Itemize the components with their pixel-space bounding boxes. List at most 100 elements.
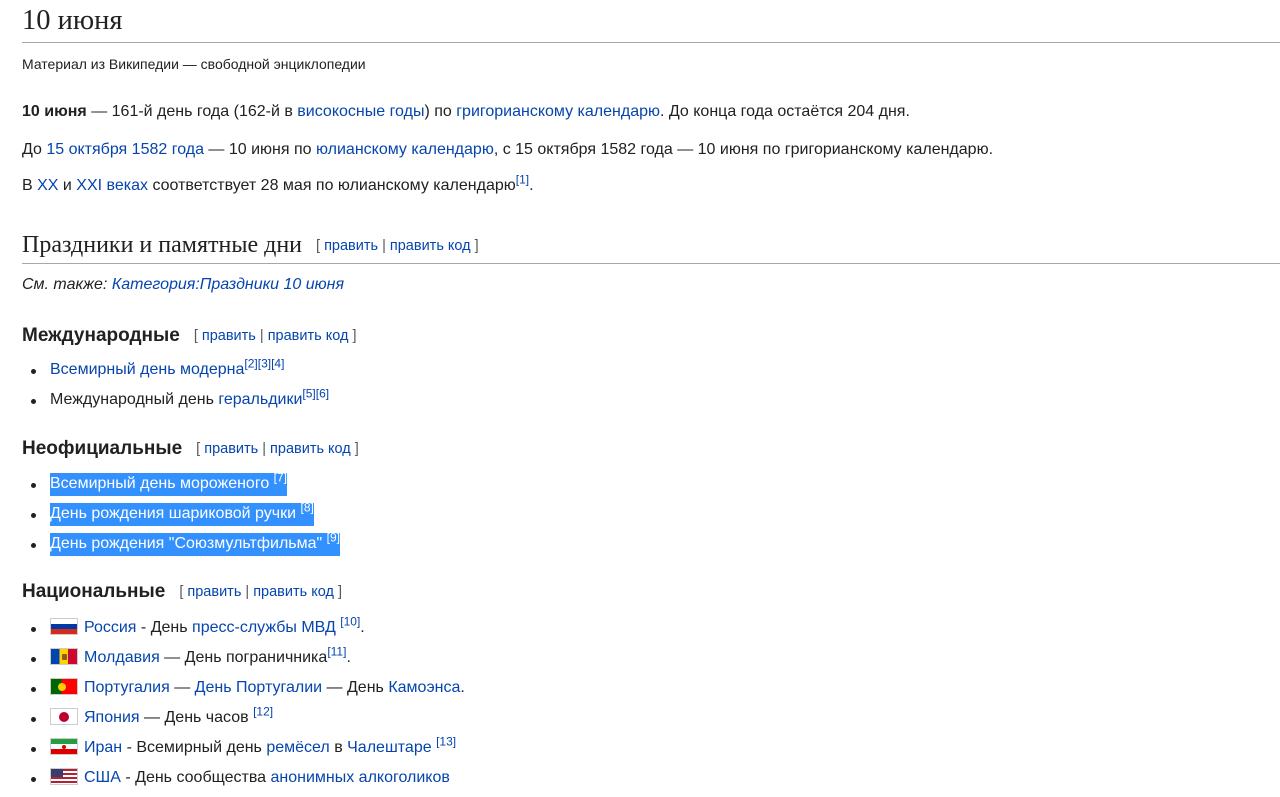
- date-1582-link[interactable]: 15 октября 1582 года: [46, 141, 204, 158]
- julian-calendar-link[interactable]: юлианскому календарю: [316, 141, 494, 158]
- bracket: ]: [333, 584, 342, 600]
- usa-flag-icon: [50, 768, 78, 785]
- reference-link[interactable]: [10]: [340, 615, 360, 629]
- intro-text: .: [529, 177, 534, 194]
- list-item: Международный день геральдики[5][6]: [22, 387, 329, 419]
- edit-link[interactable]: править: [187, 584, 241, 600]
- russia-link[interactable]: Россия: [84, 619, 136, 636]
- edit-link[interactable]: править: [202, 328, 256, 344]
- ballpoint-pen-link[interactable]: День рождения шариковой ручки: [50, 505, 296, 522]
- russia-flag-icon: [50, 618, 78, 635]
- reference-link[interactable]: [2][3][4]: [244, 357, 284, 371]
- iran-link[interactable]: Иран: [84, 739, 122, 756]
- list-item: Молдавия — День пограничника[11].: [22, 645, 465, 677]
- intro-paragraph-2: До 15 октября 1582 года — 10 июня по юли…: [22, 139, 993, 161]
- category-link[interactable]: Категория:Праздники 10 июня: [112, 276, 344, 293]
- item-text: —: [169, 679, 195, 696]
- unofficial-list: Всемирный день мороженого [7] День рожде…: [22, 471, 340, 563]
- see-also-label: См. также:: [22, 276, 112, 293]
- portugal-day-link[interactable]: День Португалии: [195, 679, 322, 696]
- subsection-title: Международные: [22, 325, 180, 346]
- subsection-title: Неофициальные: [22, 438, 183, 459]
- selection-highlight: День рождения "Союзмультфильма" [9]: [50, 531, 340, 556]
- item-text: — День пограничника: [159, 649, 328, 666]
- alcoholics-anonymous-link[interactable]: анонимных алкоголиков: [270, 769, 449, 786]
- japan-flag-icon: [50, 708, 78, 725]
- national-list: Россия - День пресс-службы МВД [10]. Мол…: [22, 615, 465, 797]
- item-text: - Всемирный день: [122, 739, 267, 756]
- separator: |: [378, 238, 390, 254]
- reference-link[interactable]: [11]: [327, 645, 346, 659]
- modern-day-link[interactable]: Всемирный день модерна: [50, 361, 244, 378]
- item-text: — День: [322, 679, 389, 696]
- reference-link[interactable]: [5][6]: [302, 387, 329, 401]
- subsection-national: Национальные [ править | править код ]: [22, 579, 342, 605]
- reference-link[interactable]: [12]: [253, 705, 273, 719]
- edit-link[interactable]: править: [324, 238, 378, 254]
- item-text: .: [460, 679, 465, 696]
- edit-section-links: [ править | править код ]: [194, 328, 357, 344]
- reference-link[interactable]: [8]: [300, 501, 313, 515]
- soyuzmultfilm-link[interactable]: День рождения "Союзмультфильма": [50, 535, 322, 552]
- reference-link[interactable]: [7]: [274, 471, 287, 485]
- intro-text: — 161-й день года (162-й в: [86, 103, 298, 120]
- list-item: Япония — День часов [12]: [22, 705, 465, 737]
- selection-highlight: Всемирный день мороженого [7]: [50, 471, 288, 496]
- intro-text: . До конца года остаётся 204 дня.: [660, 103, 910, 120]
- heraldry-link[interactable]: геральдики: [218, 391, 302, 408]
- usa-link[interactable]: США: [84, 769, 121, 786]
- edit-code-link[interactable]: править код: [390, 238, 471, 254]
- leap-years-link[interactable]: високосные годы: [297, 103, 424, 120]
- list-item: Всемирный день модерна[2][3][4]: [22, 357, 329, 389]
- bracket: [: [193, 328, 202, 344]
- list-item: США - День сообщества анонимных алкоголи…: [22, 767, 465, 797]
- portugal-link[interactable]: Португалия: [84, 679, 170, 696]
- list-item: Россия - День пресс-службы МВД [10].: [22, 615, 465, 647]
- item-text: — День часов: [139, 709, 254, 726]
- item-text: Международный день: [50, 391, 219, 408]
- crafts-link[interactable]: ремёсел: [266, 739, 329, 756]
- edit-code-link[interactable]: править код: [253, 584, 334, 600]
- section-title: Праздники и памятные дни: [22, 232, 303, 258]
- selection-highlight: День рождения шариковой ручки [8]: [50, 501, 314, 526]
- gregorian-calendar-link[interactable]: григорианскому календарю: [456, 103, 660, 120]
- reference-link[interactable]: [1]: [516, 173, 529, 187]
- separator: |: [258, 441, 271, 457]
- moldova-flag-icon: [50, 648, 78, 665]
- edit-link[interactable]: править: [204, 441, 258, 457]
- reference-link[interactable]: [13]: [436, 735, 456, 749]
- chaleshtar-link[interactable]: Чалештаре: [347, 739, 431, 756]
- intro-text: В: [22, 177, 38, 194]
- edit-section-links: [ править | править код ]: [196, 441, 359, 457]
- intro-text: и: [58, 177, 77, 194]
- intro-text: соответствует 28 мая по юлианскому кален…: [148, 177, 516, 194]
- intro-text: — 10 июня по: [203, 141, 316, 158]
- portugal-flag-icon: [50, 678, 78, 695]
- xx-century-link[interactable]: XX: [37, 177, 58, 194]
- mvd-press-link[interactable]: пресс-службы МВД: [192, 619, 336, 636]
- item-text: в: [329, 739, 348, 756]
- site-subtitle: Материал из Википедии — свободной энцикл…: [22, 56, 366, 72]
- list-item: Всемирный день мороженого [7]: [22, 471, 340, 503]
- separator: |: [255, 328, 268, 344]
- intro-text: , с 15 октября 1582 года — 10 июня по гр…: [493, 141, 994, 158]
- subsection-unofficial: Неофициальные [ править | править код ]: [22, 436, 359, 462]
- international-list: Всемирный день модерна[2][3][4] Междунар…: [22, 357, 329, 419]
- iran-flag-icon: [50, 738, 78, 755]
- japan-link[interactable]: Япония: [84, 709, 140, 726]
- reference-link[interactable]: [9]: [327, 531, 340, 545]
- ice-cream-day-link[interactable]: Всемирный день мороженого: [50, 475, 269, 492]
- moldova-link[interactable]: Молдавия: [84, 649, 160, 666]
- subsection-title: Национальные: [22, 581, 166, 602]
- xxi-century-link[interactable]: XXI веках: [76, 177, 148, 194]
- bracket: ]: [348, 328, 357, 344]
- edit-code-link[interactable]: править код: [268, 328, 349, 344]
- list-item: Иран - Всемирный день ремёсел в Чалештар…: [22, 735, 465, 767]
- see-also-note: См. также: Категория:Праздники 10 июня: [22, 274, 344, 296]
- bracket: [: [316, 238, 325, 254]
- intro-paragraph-1: 10 июня — 161-й день года (162-й в висок…: [22, 101, 910, 123]
- edit-code-link[interactable]: править код: [270, 441, 351, 457]
- list-item: День рождения "Союзмультфильма" [9]: [22, 531, 340, 563]
- article: 10 июня Материал из Википедии — свободно…: [22, 0, 1280, 786]
- camoes-link[interactable]: Камоэнса: [388, 679, 460, 696]
